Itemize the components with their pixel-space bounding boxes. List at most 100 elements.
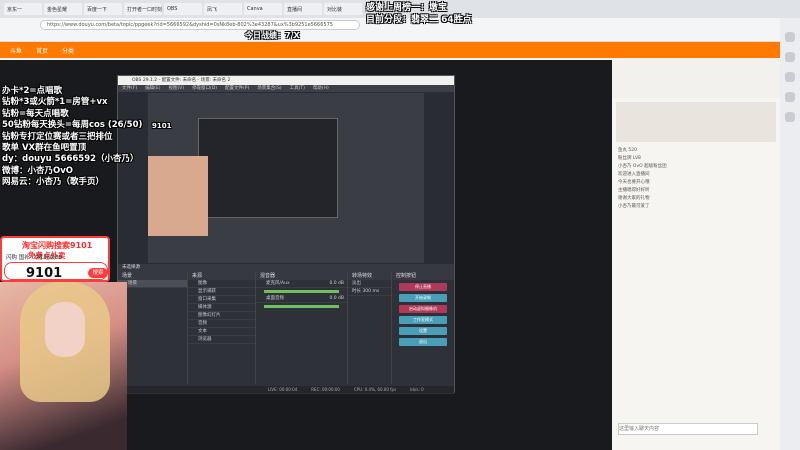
rule-line: 办卡*2=点唱歌 — [2, 86, 62, 96]
source-item[interactable]: 图像 — [188, 280, 255, 288]
chat-panel: 鱼丸 520 粉丝牌 LV8 小杏乃 OvO 超级粉丝团 欢迎进入直播间 今天也… — [612, 98, 780, 450]
transitions-panel: 转场特效 淡出 时长 300 ms — [348, 272, 392, 384]
source-item[interactable]: 图像幻灯片 — [188, 312, 255, 320]
browser-tab[interactable]: 京东一 — [4, 3, 42, 15]
scenes-title: 场景 — [118, 272, 187, 280]
menu-profile[interactable]: 配置文件(P) — [225, 85, 249, 92]
source-item[interactable]: 显示捕获 — [188, 288, 255, 296]
transition-select[interactable]: 淡出 — [348, 280, 391, 288]
chat-message: 谢谢大家的礼物 — [618, 196, 650, 201]
chat-message: 主播唱得好好听 — [618, 188, 650, 193]
browser-tab[interactable]: 凤飞 — [204, 3, 242, 15]
mixer-channel: 麦克风/Aux 0.0 dB — [256, 280, 347, 288]
url-input[interactable]: https://www.douyu.com/beta/topic/ppgeek?… — [40, 20, 360, 30]
streamer-webcam — [0, 282, 127, 450]
nav-home[interactable]: 首页 — [36, 46, 48, 55]
chat-message: 今天也要开心哦 — [618, 180, 650, 185]
app-icon[interactable] — [785, 52, 795, 62]
source-item[interactable]: 浏览器 — [188, 336, 255, 344]
rule-line: dy：douyu 5666592（小杏乃） — [2, 154, 139, 165]
mixer-title: 混音器 — [256, 272, 347, 280]
exit-button[interactable]: 退出 — [399, 338, 447, 346]
chat-message: 粉丝牌 LV8 — [618, 156, 641, 161]
rule-line: 钻粉专打定位赛或者三把排位 — [2, 131, 113, 142]
taobao-ad: 淘宝闪购搜索9101 免费点外卖 闪购 国补 飞猪 超级88 9101 搜索 — [0, 236, 110, 282]
mini-counter: 9101 — [152, 122, 172, 130]
bitrate: kb/s: 0 — [410, 387, 424, 392]
app-icon[interactable] — [785, 112, 795, 122]
menu-view[interactable]: 视图(V) — [168, 85, 184, 92]
studio-mode-button[interactable]: 工作室模式 — [399, 316, 447, 324]
browser-tab[interactable]: Canva — [244, 3, 282, 15]
obs-preview — [148, 93, 424, 263]
scene-item[interactable]: 场景 — [118, 280, 187, 288]
rank-text: 目前分段：翡翠二 64胜点 — [366, 15, 472, 25]
duration-row[interactable]: 时长 300 ms — [348, 288, 391, 296]
virtual-camera-button[interactable]: 启动虚拟摄像机 — [399, 305, 447, 313]
bookmarks-bar — [0, 32, 800, 42]
browser-tab[interactable]: 金色星耀 — [44, 3, 82, 15]
nested-capture — [148, 93, 424, 263]
rules-overlay: 办卡*2=点唱歌 钻粉*3或火箭*1=房管+vx 钻粉=每天点唱歌 50钻粉每天… — [2, 86, 142, 189]
rank-banner — [616, 102, 776, 142]
volume-slider[interactable] — [264, 290, 339, 293]
today-stats: 今日战绩：7/X — [245, 31, 300, 40]
source-item[interactable]: 文本 — [188, 328, 255, 336]
source-item[interactable]: 音频 — [188, 320, 255, 328]
ad-tags: 闪购 国补 飞猪 超级88 — [6, 255, 63, 261]
obs-dock: 未选择源 场景 场景 来源 图像 显示捕获 窗口采集 媒体源 图像幻灯片 音频 … — [118, 264, 454, 394]
controls-panel: 控制按钮 停止直播 开始录制 启动虚拟摄像机 工作室模式 设置 退出 — [392, 272, 454, 384]
rule-line: 微博：小杏乃OvO — [2, 165, 73, 176]
browser-tab[interactable]: 对比装 — [324, 3, 362, 15]
volume-slider[interactable] — [264, 305, 339, 308]
browser-tab[interactable]: OBS — [164, 3, 202, 15]
rule-line: 钻粉=每天点唱歌 — [2, 108, 69, 119]
webcam-face — [45, 302, 85, 357]
browser-tab[interactable]: 百度一下 — [84, 3, 122, 15]
nav-category[interactable]: 分类 — [62, 46, 74, 55]
app-icon[interactable] — [785, 72, 795, 82]
mixer-channel: 桌面音频 0.0 dB — [256, 295, 347, 303]
obs-menu-bar: 文件(F) 编辑(E) 视图(V) 停靠窗口(D) 配置文件(P) 场景集合(S… — [118, 85, 454, 92]
start-record-button[interactable]: 开始录制 — [399, 294, 447, 302]
menu-edit[interactable]: 编辑(E) — [145, 85, 160, 92]
source-item[interactable]: 媒体源 — [188, 304, 255, 312]
rule-line: 歌单 VX群在鱼吧置顶 — [2, 143, 87, 154]
site-logo[interactable]: 斗鱼 — [10, 46, 22, 55]
scenes-panel: 场景 场景 — [118, 272, 188, 384]
transitions-title: 转场特效 — [348, 272, 391, 280]
sources-panel: 来源 图像 显示捕获 窗口采集 媒体源 图像幻灯片 音频 文本 浏览器 — [188, 272, 256, 384]
sources-title: 来源 — [188, 272, 255, 280]
rule-line: 网易云：小杏乃（歌手页） — [2, 177, 105, 188]
chat-message: 鱼丸 520 — [618, 148, 638, 153]
stop-stream-button[interactable]: 停止直播 — [399, 283, 447, 291]
selected-source-label: 未选择源 — [118, 264, 454, 272]
cpu-fps: CPU: 0.4%, 60.00 fps — [353, 387, 397, 392]
app-icon[interactable] — [785, 32, 795, 42]
menu-tools[interactable]: 工具(T) — [290, 85, 305, 92]
mixer-db: 0.0 dB — [329, 296, 344, 301]
rec-timer: REC: 00:00:00 — [311, 387, 340, 392]
chat-input[interactable] — [618, 423, 758, 435]
settings-button[interactable]: 设置 — [399, 327, 447, 335]
nested-capture-inner — [198, 118, 338, 218]
browser-tab[interactable]: 打开者一口时刻 — [124, 3, 162, 15]
menu-docks[interactable]: 停靠窗口(D) — [192, 85, 217, 92]
chat-message: 欢迎进入直播间 — [618, 172, 650, 177]
chat-message: 小杏乃 OvO 超级粉丝团 — [618, 164, 667, 169]
browser-tab[interactable]: 直播间 — [284, 3, 322, 15]
preview-webcam — [148, 156, 208, 236]
obs-title-bar: OBS 29.1.2 - 配置文件: 未命名 - 场景: 未命名 2 — [118, 76, 454, 85]
app-icon[interactable] — [785, 92, 795, 102]
window-side-bar — [780, 18, 800, 450]
thanks-overlay: 感谢上周榜一：墩宝 目前分段：翡翠二 64胜点 — [366, 2, 472, 26]
rule-line: 50钻粉每天换头=每周cos (26/50) — [2, 120, 143, 131]
chat-message: 小杏乃最可爱了 — [618, 204, 650, 209]
controls-title: 控制按钮 — [392, 272, 454, 280]
source-item[interactable]: 窗口采集 — [188, 296, 255, 304]
menu-scene-collection[interactable]: 场景集合(S) — [257, 85, 281, 92]
menu-help[interactable]: 帮助(H) — [313, 85, 329, 92]
ad-search-button[interactable]: 搜索 — [88, 268, 108, 278]
top-fan-text: 感谢上周榜一：墩宝 — [366, 3, 448, 13]
obs-status-bar: LIVE: 00:00:04 REC: 00:00:00 CPU: 0.4%, … — [118, 386, 454, 393]
